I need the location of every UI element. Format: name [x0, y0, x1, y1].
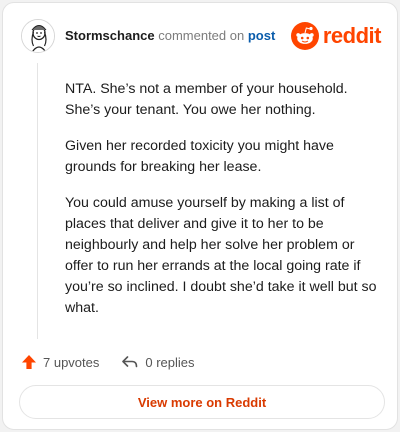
avatar[interactable]	[21, 19, 55, 53]
reply-button[interactable]: 0 replies	[121, 354, 195, 370]
comment-footer: 7 upvotes 0 replies	[21, 351, 217, 373]
comment-header: Stormschance commented on post reddit	[21, 19, 382, 53]
brand-wordmark: reddit	[322, 23, 382, 48]
avatar-figure-icon	[22, 20, 54, 52]
username-link[interactable]: Stormschance	[65, 28, 155, 43]
arrow-up-icon	[22, 355, 36, 369]
thread-line	[37, 63, 38, 339]
reddit-snoo-icon	[290, 22, 319, 50]
comment-paragraph: Given her recorded toxicity you might ha…	[65, 138, 334, 175]
embedded-comment-card: Stormschance commented on post reddit NT…	[2, 2, 398, 430]
reply-count: 0 replies	[145, 354, 195, 370]
view-more-button[interactable]: View more on Reddit	[19, 385, 385, 419]
reddit-logo[interactable]: reddit	[290, 21, 382, 51]
comment-body: NTA. She’s not a member of your househol…	[65, 79, 381, 334]
upvote-button[interactable]: 7 upvotes	[21, 354, 99, 370]
comment-paragraph: NTA. She’s not a member of your househol…	[65, 81, 348, 118]
comment-meta: Stormschance commented on post	[65, 28, 275, 43]
reply-arrow-icon	[122, 356, 138, 368]
upvote-count: 7 upvotes	[43, 354, 100, 370]
action-text: commented on	[158, 28, 245, 43]
post-link[interactable]: post	[248, 28, 275, 43]
comment-paragraph: You could amuse yourself by making a lis…	[65, 195, 377, 316]
